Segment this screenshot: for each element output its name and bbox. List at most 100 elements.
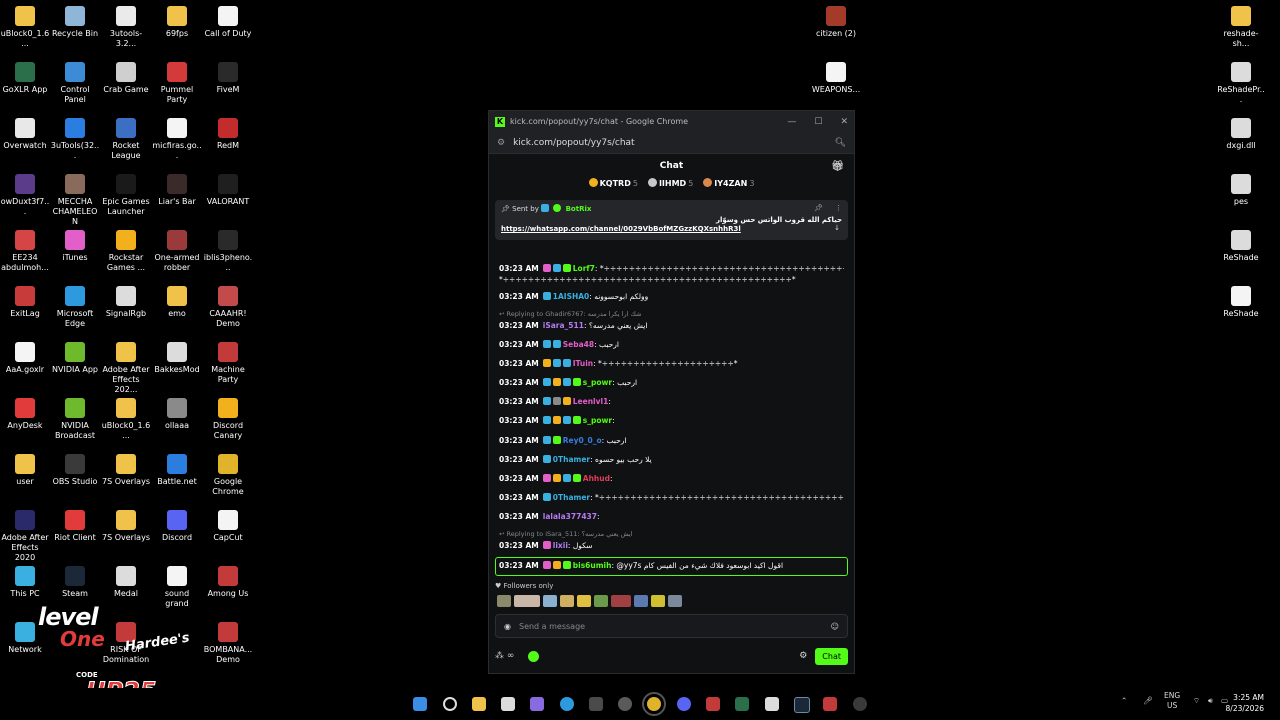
desktop-icon[interactable]: ollaaa — [152, 398, 202, 431]
desktop-icon[interactable]: Riot Client — [50, 510, 100, 543]
desktop-icon[interactable]: Google Chrome — [203, 454, 253, 497]
medal-icon[interactable] — [765, 697, 779, 711]
mention-icon[interactable]: ◉ — [504, 622, 511, 631]
desktop-icon[interactable]: Adobe After Effects 2020 — [0, 510, 50, 563]
emote-1[interactable] — [497, 595, 511, 607]
gift-icon[interactable]: 🎁︎ — [831, 161, 844, 172]
desktop-icon[interactable]: 3uTools(32... — [50, 118, 100, 161]
desktop-icon[interactable]: FiveM — [203, 62, 253, 95]
desktop-icon[interactable]: BakkesMod — [152, 342, 202, 375]
message-username[interactable]: s_powr — [583, 378, 612, 387]
leaderboard-entry[interactable]: IIHMD 5 — [647, 178, 693, 194]
desktop-icon[interactable]: Control Panel — [50, 62, 100, 105]
desktop-icon[interactable]: ExitLag — [0, 286, 50, 319]
desktop-icon[interactable]: CAAAHR! Demo — [203, 286, 253, 329]
emote-10[interactable] — [668, 595, 682, 607]
message-username[interactable]: Seba48 — [563, 340, 594, 349]
app-red-icon[interactable] — [823, 697, 837, 711]
site-settings-icon[interactable]: ⚙ — [497, 138, 505, 148]
settings-icon[interactable]: ⚙ — [799, 651, 807, 661]
desktop-icon[interactable]: CapCut — [203, 510, 253, 543]
desktop-icon[interactable]: ReShade — [1216, 230, 1266, 263]
desktop-icon[interactable]: Discord — [152, 510, 202, 543]
wifi-icon[interactable]: ⌔ — [1193, 696, 1200, 706]
store-icon[interactable] — [501, 697, 515, 711]
desktop-icon[interactable]: pes — [1216, 174, 1266, 207]
message-username[interactable]: Ahhud — [583, 474, 610, 483]
message-username[interactable]: Lorf7 — [573, 264, 595, 273]
chrome-icon[interactable] — [642, 692, 666, 716]
emote-3[interactable] — [543, 595, 557, 607]
file-explorer-icon[interactable] — [472, 697, 486, 711]
desktop-icon[interactable]: Rocket League — [101, 118, 151, 161]
desktop-icon[interactable]: iTunes — [50, 230, 100, 263]
steam-icon[interactable] — [794, 697, 810, 713]
desktop-icon[interactable]: One-armed robber — [152, 230, 202, 273]
emote-8[interactable] — [634, 595, 648, 607]
maximize-icon[interactable]: ☐ — [814, 117, 822, 127]
message-username[interactable]: 0Thamer — [553, 493, 590, 502]
desktop-icon[interactable]: EE234 abdulmoh... — [0, 230, 50, 273]
message-username[interactable]: 0Thamer — [553, 455, 590, 464]
message-input[interactable]: ◉ Send a message ☺ — [495, 614, 848, 638]
start-icon[interactable] — [413, 697, 427, 711]
emote-2[interactable] — [514, 595, 540, 607]
chat-send-button[interactable]: Chat — [815, 647, 848, 665]
zoom-icon[interactable]: 🔍︎ — [835, 138, 846, 148]
desktop-icon[interactable]: Overwatch — [0, 118, 50, 151]
desktop-icon[interactable]: Epic Games Launcher — [101, 174, 151, 217]
app-3utools-icon[interactable] — [589, 697, 603, 711]
desktop-icon[interactable]: Adobe After Effects 202... — [101, 342, 151, 395]
desktop-icon[interactable]: ReShadePr... — [1216, 62, 1266, 105]
message-username[interactable]: ITuin — [573, 359, 593, 368]
desktop-icon[interactable]: iblis3pheno... — [203, 230, 253, 273]
desktop-icon[interactable]: SignalRgb — [101, 286, 151, 319]
desktop-icon[interactable]: VALORANT — [203, 174, 253, 207]
message-username[interactable]: 1AISHA0 — [553, 292, 590, 301]
emote-6[interactable] — [594, 595, 608, 607]
kick-coin-icon[interactable] — [528, 650, 540, 662]
app-x-icon[interactable] — [706, 697, 720, 711]
emote-5[interactable] — [577, 595, 591, 607]
desktop-icon[interactable]: WEAPONS... — [811, 62, 861, 95]
desktop-icon[interactable]: 7S Overlays — [101, 510, 151, 543]
volume-icon[interactable]: 🔊︎ — [1208, 696, 1213, 706]
search-icon[interactable] — [443, 697, 457, 711]
desktop-icon[interactable]: Crab Game — [101, 62, 151, 95]
leaderboard-entry[interactable]: IY4ZAN 3 — [703, 178, 754, 194]
desktop-icon[interactable]: Liar's Bar — [152, 174, 202, 207]
address-bar[interactable]: ⚙ kick.com/popout/yy7s/chat 🔍︎ — [489, 132, 854, 154]
desktop-icon[interactable]: ReShade — [1216, 286, 1266, 319]
desktop-icon[interactable]: micfiras.go... — [152, 118, 202, 161]
desktop-icon[interactable]: OBS Studio — [50, 454, 100, 487]
desktop-icon[interactable]: Microsoft Edge — [50, 286, 100, 329]
minimize-icon[interactable]: — — [787, 117, 796, 127]
copilot-icon[interactable] — [530, 697, 544, 711]
emoji-icon[interactable]: ☺ — [831, 622, 839, 631]
desktop-icon[interactable]: Battle.net — [152, 454, 202, 487]
desktop-icon[interactable]: GoXLR App — [0, 62, 50, 95]
edge-icon[interactable] — [560, 697, 574, 711]
desktop-icon[interactable]: citizen (2) — [811, 6, 861, 39]
message-username[interactable]: lixii — [553, 541, 568, 550]
more-options-icon[interactable]: ⋮ — [835, 204, 842, 212]
discord-icon[interactable] — [677, 697, 691, 711]
pinned-author[interactable]: BotRix — [566, 205, 592, 213]
desktop-icon[interactable]: 7S Overlays — [101, 454, 151, 487]
leaderboard-entry[interactable]: KQTRD 5 — [588, 178, 638, 194]
desktop-icon[interactable]: user — [0, 454, 50, 487]
message-username[interactable]: lalala377437 — [543, 512, 597, 521]
emote-7[interactable] — [611, 595, 631, 607]
points-icon[interactable]: ⁂ ∞ — [495, 651, 514, 661]
emote-4[interactable] — [560, 595, 574, 607]
message-username[interactable]: Leenlvl1 — [573, 397, 609, 406]
lang-us[interactable]: US — [1167, 701, 1177, 710]
desktop-icon[interactable]: Pummel Party — [152, 62, 202, 105]
desktop-icon[interactable]: Discord Canary — [203, 398, 253, 441]
message-username[interactable]: Rey0_0_o — [563, 436, 602, 445]
desktop-icon[interactable]: BOMBANA... Demo — [203, 622, 253, 665]
tray-chevron-icon[interactable]: ⌃ — [1121, 696, 1127, 705]
desktop-icon[interactable]: reshade-sh... — [1216, 6, 1266, 49]
desktop-icon[interactable]: MECCHA CHAMELEON — [50, 174, 100, 227]
desktop-icon[interactable]: RedM — [203, 118, 253, 151]
